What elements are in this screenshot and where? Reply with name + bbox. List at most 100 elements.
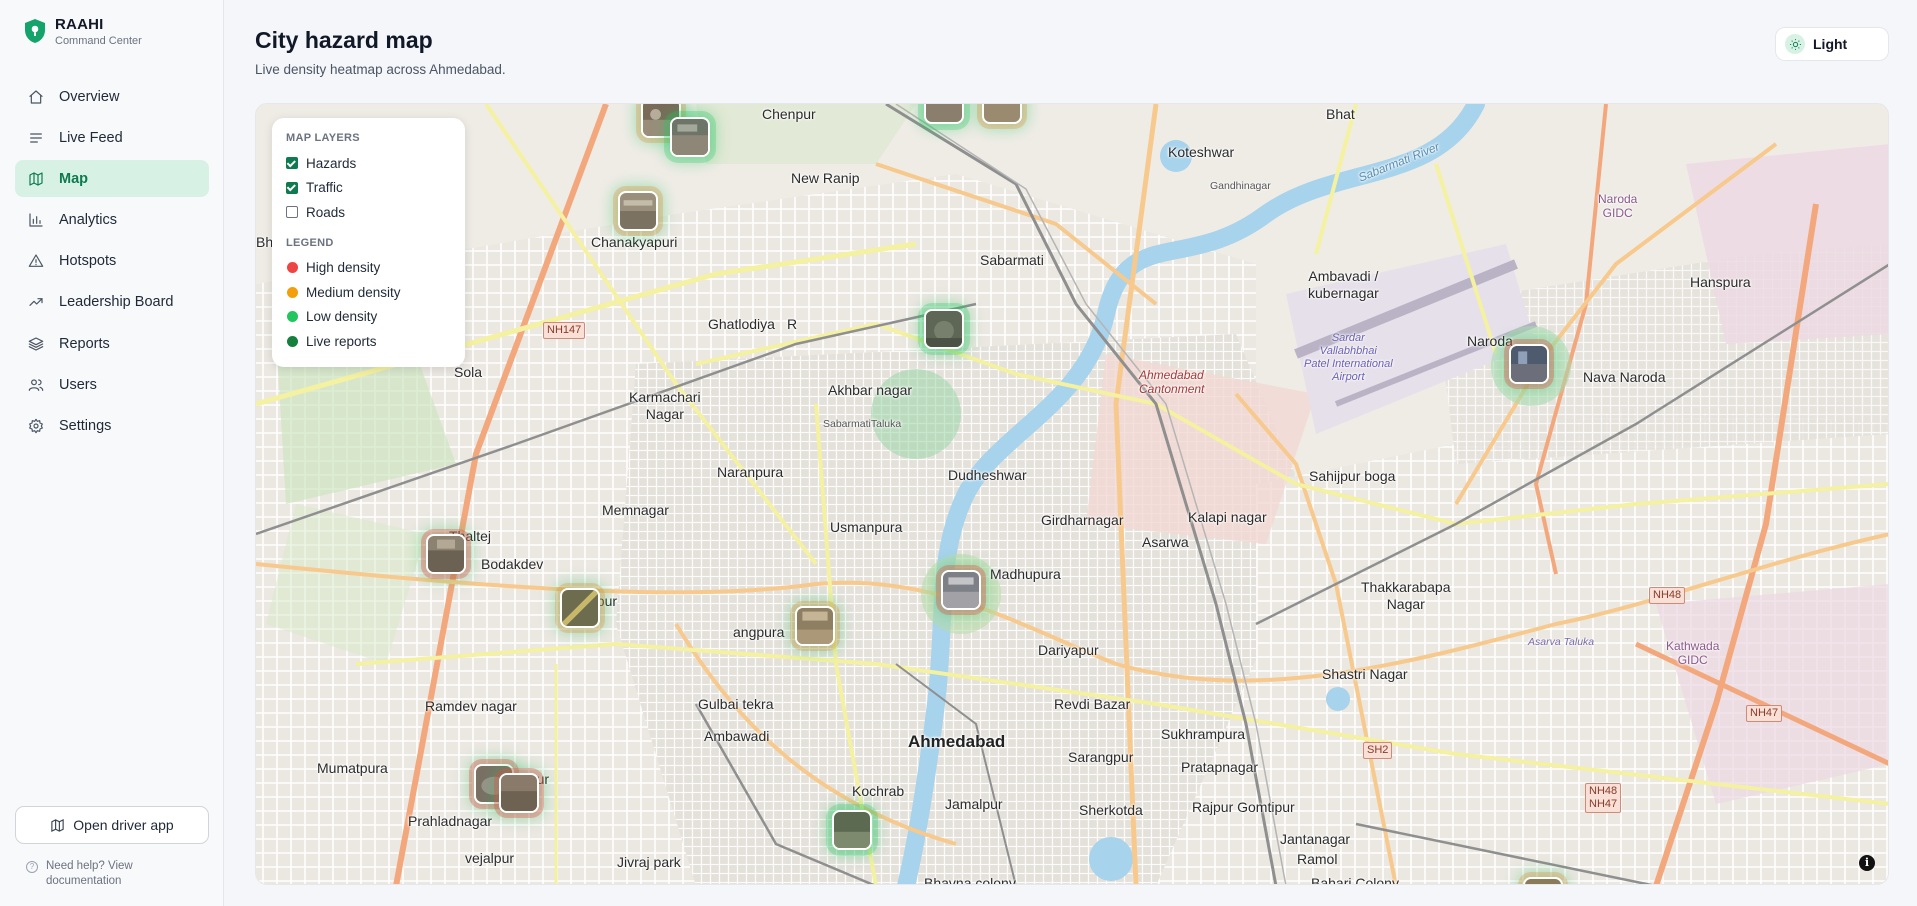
help-circle-icon: ? [26, 861, 38, 873]
map-label: Kochrab [852, 783, 905, 799]
map-label: Ramol [1297, 851, 1338, 867]
map-label: Naroda GIDC [1598, 192, 1638, 220]
map-label: Hanspura [1690, 274, 1751, 290]
legend-label: Low density [306, 309, 378, 325]
layer-label: Hazards [306, 155, 357, 171]
high-density-dot [287, 262, 298, 274]
legend-item-medium: Medium density [286, 280, 451, 305]
map-label: vejalpur [465, 850, 515, 866]
map-label: Chanakyapuri [591, 234, 678, 250]
sidebar-item-hotspots[interactable]: Hotspots [15, 243, 209, 280]
road-shield: NH147 [543, 322, 586, 339]
brand-subtitle: Command Center [55, 35, 142, 47]
hazard-report-marker[interactable] [982, 104, 1022, 124]
brand[interactable]: RAAHI Command Center [24, 16, 142, 47]
map-label: Ghatlodiya [708, 316, 775, 332]
legend-heading: LEGEND [286, 236, 334, 249]
map-icon [51, 818, 64, 832]
sidebar-item-overview[interactable]: Overview [15, 78, 209, 115]
bar-chart-icon [27, 211, 45, 229]
sidebar-nav: Overview Live Feed Map Analytics Hotspot… [15, 78, 209, 449]
medium-density-dot [287, 286, 298, 298]
map-label: Shastri Nagar [1322, 666, 1408, 682]
live-reports-dot [287, 335, 298, 347]
hazard-report-marker[interactable] [924, 309, 964, 349]
map-label: Pratapnagar [1181, 759, 1259, 775]
hazard-report-marker[interactable] [560, 588, 600, 628]
theme-toggle-button[interactable]: Light [1775, 27, 1889, 61]
map-label: Koteshwar [1168, 144, 1235, 160]
sidebar-item-analytics[interactable]: Analytics [15, 202, 209, 239]
gear-icon [27, 417, 45, 435]
map-label: Sabarmati [980, 252, 1044, 268]
map-label: Jantanagar [1280, 831, 1351, 847]
map-label: Sahijpur boga [1309, 468, 1396, 484]
sidebar-item-map[interactable]: Map [15, 160, 209, 198]
open-driver-app-button[interactable]: Open driver app [15, 806, 209, 844]
layers-icon [27, 335, 45, 353]
shield-logo-icon [25, 19, 45, 43]
map-label: Thakkarabapa Nagar [1361, 579, 1451, 612]
hazard-report-marker[interactable] [832, 810, 872, 850]
hazard-report-marker[interactable] [618, 191, 658, 231]
map-label: Asarva Taluka [1528, 636, 1595, 648]
hazard-report-marker[interactable] [1509, 344, 1549, 384]
hazard-report-marker[interactable] [670, 117, 710, 157]
map-label: Ahmedabad Cantonment [1139, 368, 1205, 396]
sun-icon [1785, 34, 1805, 54]
map-label: Karmachari Nagar [629, 389, 701, 422]
info-icon[interactable]: i [1859, 855, 1875, 871]
map-label: Nava Naroda [1583, 369, 1666, 385]
sidebar-item-users[interactable]: Users [15, 366, 209, 403]
hazard-report-marker[interactable] [795, 606, 835, 646]
map-label: Dariyapur [1038, 642, 1099, 658]
legend-label: High density [306, 260, 381, 276]
map-label: Ahmedabad [908, 732, 1006, 751]
map-label: Bodakdev [481, 556, 544, 572]
sidebar-item-label: Settings [59, 418, 112, 434]
trending-up-icon [27, 293, 45, 311]
map-label: Asarwa [1142, 534, 1189, 550]
sidebar-item-reports[interactable]: Reports [15, 325, 209, 362]
map-label: Ramdev nagar [425, 698, 517, 714]
map-label: Sardar Vallabhbhai Patel International A… [1304, 332, 1393, 383]
hazard-report-marker[interactable] [499, 773, 539, 813]
sidebar-item-label: Reports [59, 335, 110, 352]
hazards-checkbox[interactable] [286, 157, 298, 170]
road-shield: SH2 [1363, 742, 1393, 759]
map-label: Gandhinagar [1210, 180, 1271, 192]
hazard-report-marker[interactable] [941, 570, 981, 610]
sidebar-item-settings[interactable]: Settings [15, 408, 209, 445]
sidebar-item-live-feed[interactable]: Live Feed [15, 119, 209, 156]
hazard-report-marker[interactable] [1523, 877, 1563, 884]
layer-toggle-roads[interactable]: Roads [286, 200, 451, 225]
road-shield: NH47 [1746, 705, 1783, 722]
map-label: Madhupura [990, 566, 1061, 582]
map-label: Sola [454, 364, 483, 380]
help-link[interactable]: ? Need help? View documentation [26, 859, 166, 889]
hazard-report-marker[interactable] [924, 104, 964, 124]
low-density-dot [287, 311, 298, 323]
map-label: Akhbar nagar [828, 382, 913, 398]
sidebar-item-label: Live Feed [59, 129, 123, 146]
layer-toggle-hazards[interactable]: Hazards [286, 151, 451, 176]
layer-toggle-traffic[interactable]: Traffic [286, 176, 451, 201]
traffic-checkbox[interactable] [286, 181, 298, 194]
hazard-report-marker[interactable] [426, 534, 466, 574]
map-icon [27, 170, 45, 188]
list-icon [27, 129, 45, 147]
roads-checkbox[interactable] [286, 206, 298, 219]
map-layers-panel: MAP LAYERS Hazards Traffic Roads LEGEND … [272, 118, 465, 367]
sidebar-item-leadership-board[interactable]: Leadership Board [15, 284, 209, 321]
sidebar-item-label: Overview [59, 88, 120, 105]
home-icon [27, 88, 45, 106]
map-label: Bhat [1326, 106, 1355, 122]
map-label: Jivraj park [617, 854, 681, 870]
theme-label: Light [1813, 36, 1848, 52]
page-title: City hazard map [255, 27, 433, 53]
hazard-map[interactable]: Chenpur Bhat Koteshwar Gandhinagar New R… [255, 103, 1889, 885]
road-shield: NH48 [1649, 587, 1686, 604]
map-label: Girdharnagar [1041, 512, 1124, 528]
map-label: Chenpur [762, 106, 816, 122]
legend-item-low: Low density [286, 305, 451, 330]
